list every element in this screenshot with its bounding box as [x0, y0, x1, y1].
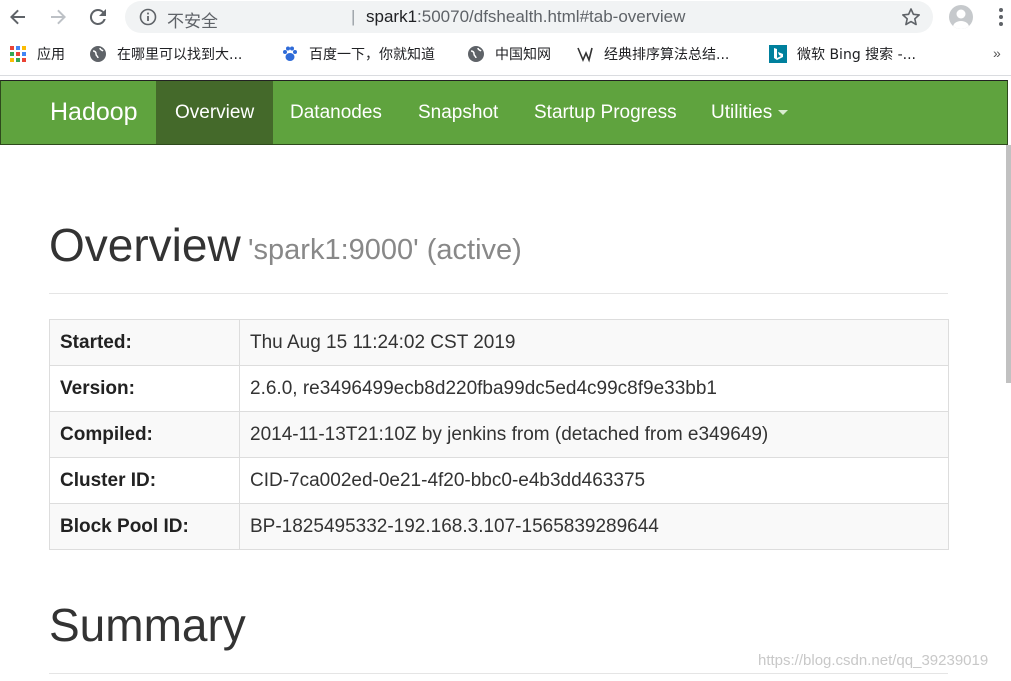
tab-datanodes[interactable]: Datanodes: [271, 81, 401, 144]
dropdown-caret-icon: [778, 110, 789, 116]
back-button[interactable]: [6, 5, 30, 29]
bing-icon: [769, 45, 787, 63]
bookmark-apps[interactable]: 应用: [9, 44, 65, 64]
table-row: Compiled: 2014-11-13T21:10Z by jenkins f…: [49, 411, 949, 458]
address-bar[interactable]: 不安全 | spark1:50070/dfshealth.html#tab-ov…: [125, 1, 933, 33]
tab-label: Overview: [175, 102, 255, 123]
back-arrow-icon: [10, 9, 25, 25]
tab-label: Utilities: [711, 102, 773, 123]
bookmark-item[interactable]: 中国知网: [467, 44, 551, 64]
profile-avatar-icon[interactable]: [949, 5, 973, 29]
bookmark-item[interactable]: 百度一下，你就知道: [281, 44, 435, 64]
row-value: BP-1825495332-192.168.3.107-156583928964…: [239, 503, 949, 550]
algorithm-icon: [576, 45, 594, 63]
bookmark-star-icon[interactable]: [901, 7, 921, 27]
row-key: Started:: [49, 319, 240, 366]
insecure-label: 不安全: [167, 12, 218, 32]
page-scrollbar[interactable]: [1006, 145, 1011, 383]
baidu-paw-icon: [281, 45, 299, 63]
browser-toolbar: 不安全 | spark1:50070/dfshealth.html#tab-ov…: [0, 0, 1011, 36]
bookmark-label: 百度一下，你就知道: [309, 47, 435, 63]
tab-utilities[interactable]: Utilities: [692, 81, 807, 144]
page-title: Overview: [49, 219, 241, 271]
bookmark-label: 在哪里可以找到大...: [117, 47, 243, 63]
row-value: 2.6.0, re3496499ecb8d220fba99dc5ed4c99c8…: [239, 365, 949, 412]
row-value: Thu Aug 15 11:24:02 CST 2019: [239, 319, 949, 366]
namenode-subtitle: 'spark1:9000' (active): [248, 234, 522, 266]
globe-icon: [467, 45, 485, 63]
bookmark-label: 微软 Bing 搜索 -...: [797, 47, 917, 63]
bookmark-label: 中国知网: [495, 47, 551, 63]
row-key: Block Pool ID:: [49, 503, 240, 550]
watermark-text: https://blog.csdn.net/qq_39239019: [758, 652, 989, 669]
apps-grid-icon: [9, 45, 27, 63]
table-row: Version: 2.6.0, re3496499ecb8d220fba99dc…: [49, 365, 949, 412]
more-bookmarks-chevron-icon[interactable]: »: [993, 45, 1001, 61]
menu-kebab-icon[interactable]: [993, 6, 1009, 28]
row-key: Compiled:: [49, 411, 240, 458]
tab-label: Snapshot: [418, 102, 499, 123]
table-row: Block Pool ID: BP-1825495332-192.168.3.1…: [49, 503, 949, 550]
row-value: CID-7ca002ed-0e21-4f20-bbc0-e4b3dd463375: [239, 457, 949, 504]
table-row: Started: Thu Aug 15 11:24:02 CST 2019: [49, 319, 949, 366]
bookmark-item[interactable]: 在哪里可以找到大...: [89, 44, 242, 64]
tab-overview[interactable]: Overview: [156, 81, 274, 144]
reload-button[interactable]: [86, 5, 110, 29]
forward-arrow-icon: [51, 9, 66, 25]
url-separator: |: [351, 7, 356, 26]
brand-logo[interactable]: Hadoop: [50, 98, 138, 127]
bookmark-label: 经典排序算法总结...: [604, 47, 730, 63]
bookmark-item[interactable]: 微软 Bing 搜索 -...: [769, 44, 916, 64]
overview-table: Started: Thu Aug 15 11:24:02 CST 2019 Ve…: [49, 319, 949, 550]
info-icon[interactable]: [139, 8, 157, 26]
url-text[interactable]: spark1:50070/dfshealth.html#tab-overview: [366, 7, 685, 27]
tab-label: Datanodes: [290, 102, 382, 123]
bookmarks-bar: 应用 在哪里可以找到大... 百度一下，你就知道 中国知网 经典排序算法总结..…: [0, 36, 1011, 76]
row-key: Cluster ID:: [49, 457, 240, 504]
globe-icon: [89, 45, 107, 63]
tab-startup-progress[interactable]: Startup Progress: [515, 81, 696, 144]
reload-icon: [89, 8, 106, 25]
row-key: Version:: [49, 365, 240, 412]
table-row: Cluster ID: CID-7ca002ed-0e21-4f20-bbc0-…: [49, 457, 949, 504]
summary-title: Summary: [49, 599, 246, 651]
url-host: spark1: [366, 7, 418, 26]
row-value: 2014-11-13T21:10Z by jenkins from (detac…: [239, 411, 949, 458]
forward-button[interactable]: [46, 5, 70, 29]
hadoop-navbar: Hadoop Overview Datanodes Snapshot Start…: [0, 80, 1008, 145]
tab-snapshot[interactable]: Snapshot: [399, 81, 517, 144]
overview-header: Overview 'spark1:9000' (active): [49, 218, 948, 294]
bookmark-label: 应用: [37, 47, 65, 63]
url-path: :50070/dfshealth.html#tab-overview: [417, 7, 686, 26]
bookmark-item[interactable]: 经典排序算法总结...: [576, 44, 729, 64]
tab-label: Startup Progress: [534, 102, 677, 123]
